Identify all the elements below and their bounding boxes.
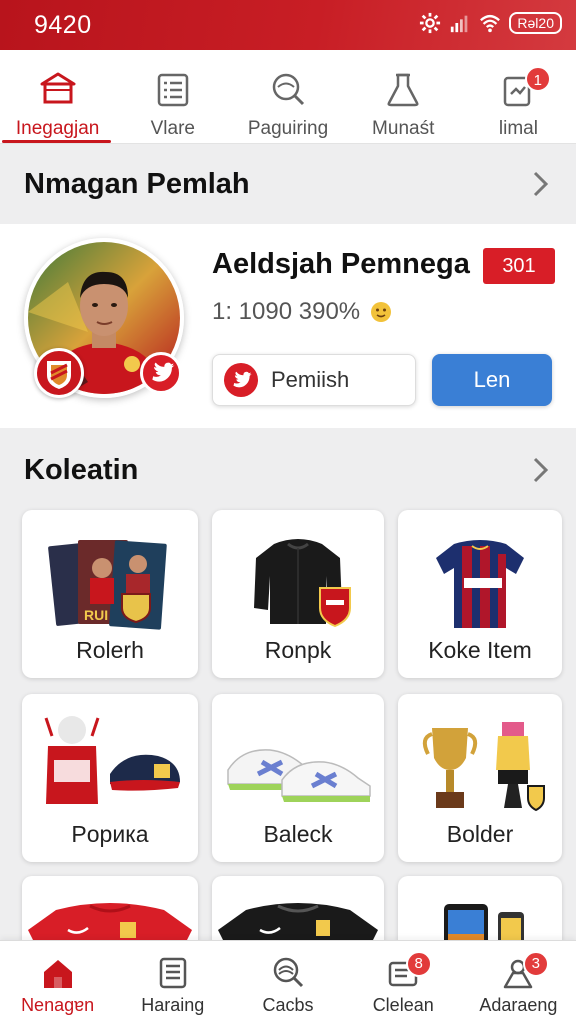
collection-item[interactable]: Koke Item: [398, 510, 562, 678]
shop-icon: [40, 72, 76, 104]
nav-label: Nenagɐn: [21, 995, 95, 1015]
item-label: Ronpk: [264, 637, 332, 663]
home-icon: [43, 960, 72, 988]
list-icon: [157, 73, 189, 107]
nav-home[interactable]: Nenagɐn: [0, 941, 115, 1024]
trading-cards-icon: RUI: [48, 540, 167, 630]
tab-label: Munaśt: [372, 118, 435, 139]
emoji-icon: [371, 302, 392, 322]
status-bar: 9420 Rəl20: [0, 0, 576, 50]
collection-item[interactable]: Baleck: [212, 694, 384, 862]
chevron-right-icon[interactable]: [530, 455, 552, 485]
nav-haraing[interactable]: Haraing: [115, 941, 230, 1024]
nav-clelean[interactable]: Clelean 8: [346, 941, 461, 1024]
collection-item[interactable]: Popика: [22, 694, 198, 862]
nav-label: Clelean: [372, 995, 434, 1015]
manager-header[interactable]: Nmagan Pemlah: [0, 144, 576, 224]
signal-icon: [451, 15, 468, 33]
item-label: Baleck: [263, 821, 333, 847]
tab-label: Vlare: [150, 118, 195, 139]
nav-cacbs[interactable]: Cacbs: [230, 941, 345, 1024]
primary-action-button[interactable]: Len: [432, 354, 552, 406]
twitter-icon: [224, 363, 258, 397]
jacket-icon: [254, 539, 351, 628]
twitter-badge-icon: [140, 352, 182, 394]
collection-item[interactable]: Ronpk: [212, 510, 384, 678]
chevron-right-icon[interactable]: [530, 169, 552, 199]
tab-label: Inegagjan: [15, 118, 100, 139]
flask-icon: [387, 73, 419, 107]
tab-paguiring[interactable]: Paguiring: [230, 50, 345, 143]
collection-item[interactable]: RUI Rolerh: [22, 510, 198, 678]
item-label: Koke Item: [428, 637, 532, 663]
news-icon: [159, 957, 187, 989]
battery-indicator: Rəl20: [509, 12, 562, 34]
top-tab-bar: Inegagjan Vlare Paguiring Munaśt limal 1: [0, 50, 576, 144]
tab-label: limal: [498, 118, 538, 139]
collection-item[interactable]: Bolder: [398, 694, 562, 862]
tab-limal[interactable]: limal 1: [461, 50, 576, 143]
follow-button[interactable]: Pemiish: [212, 354, 416, 406]
tab-munast[interactable]: Munaśt: [346, 50, 461, 143]
item-label: Rolerh: [76, 637, 144, 663]
svg-text:RUI: RUI: [84, 607, 108, 623]
item-label: Popика: [71, 821, 149, 847]
trophy-icon: [422, 722, 545, 812]
notification-badge: 8: [405, 951, 432, 977]
page-title: Nmagan Pemlah: [24, 167, 250, 200]
follow-label: Pemiish: [271, 367, 350, 392]
search-icon: [273, 957, 304, 988]
nav-label: Adaraeng: [479, 995, 558, 1015]
player-stat: 1: 1090 390%: [212, 298, 392, 326]
nav-adaraeng[interactable]: Adaraeng 3: [461, 941, 576, 1024]
settings-icon: [420, 12, 441, 34]
jersey-icon: [436, 540, 524, 628]
stat-text: 1: 1090 390%: [212, 298, 361, 325]
mascot-cap-icon: [44, 716, 180, 804]
item-label: Bolder: [446, 821, 514, 847]
club-crest-icon: [34, 348, 84, 398]
tab-inegagjan[interactable]: Inegagjan: [0, 50, 115, 143]
notification-badge: 1: [524, 66, 551, 92]
rating-badge: 301: [483, 248, 555, 284]
nav-label: Cacbs: [262, 995, 314, 1015]
tab-vlare[interactable]: Vlare: [115, 50, 230, 143]
sneakers-icon: [227, 749, 371, 802]
status-time: 9420: [34, 11, 92, 39]
tab-label: Paguiring: [247, 118, 329, 139]
search-icon: [272, 73, 305, 106]
collection-title: Koleatin: [24, 453, 139, 486]
nav-label: Haraing: [141, 995, 205, 1015]
collection-header[interactable]: Koleatin: [0, 430, 576, 510]
bottom-nav: Nenagɐn Haraing Cacbs Clelean 8 Adaraeng…: [0, 940, 576, 1024]
profile-card: Aeldsjah Pemnega 301 1: 1090 390% Pemiis…: [0, 224, 576, 428]
status-icons: Rəl20: [419, 12, 562, 34]
notification-badge: 3: [522, 951, 549, 977]
wifi-icon: [480, 14, 501, 33]
player-name: Aeldsjah Pemnega: [212, 248, 470, 280]
